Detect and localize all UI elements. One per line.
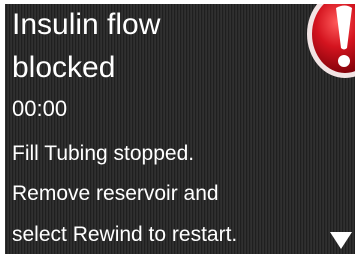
alert-timer: 00:00 bbox=[12, 96, 68, 121]
exclamation-alert-icon bbox=[307, 4, 355, 78]
alert-message-line-1: Fill Tubing stopped. bbox=[12, 142, 195, 165]
alert-message-line-2: Remove reservoir and bbox=[12, 182, 219, 205]
alert-title-line-2: blocked bbox=[12, 51, 116, 84]
alert-screen: Insulin flow blocked 00:00 Fill Tubing s… bbox=[5, 4, 355, 254]
alert-message-line-3: select Rewind to restart. bbox=[12, 223, 238, 246]
down-arrow-icon[interactable] bbox=[329, 230, 353, 250]
alert-title-line-1: Insulin flow bbox=[12, 8, 161, 41]
